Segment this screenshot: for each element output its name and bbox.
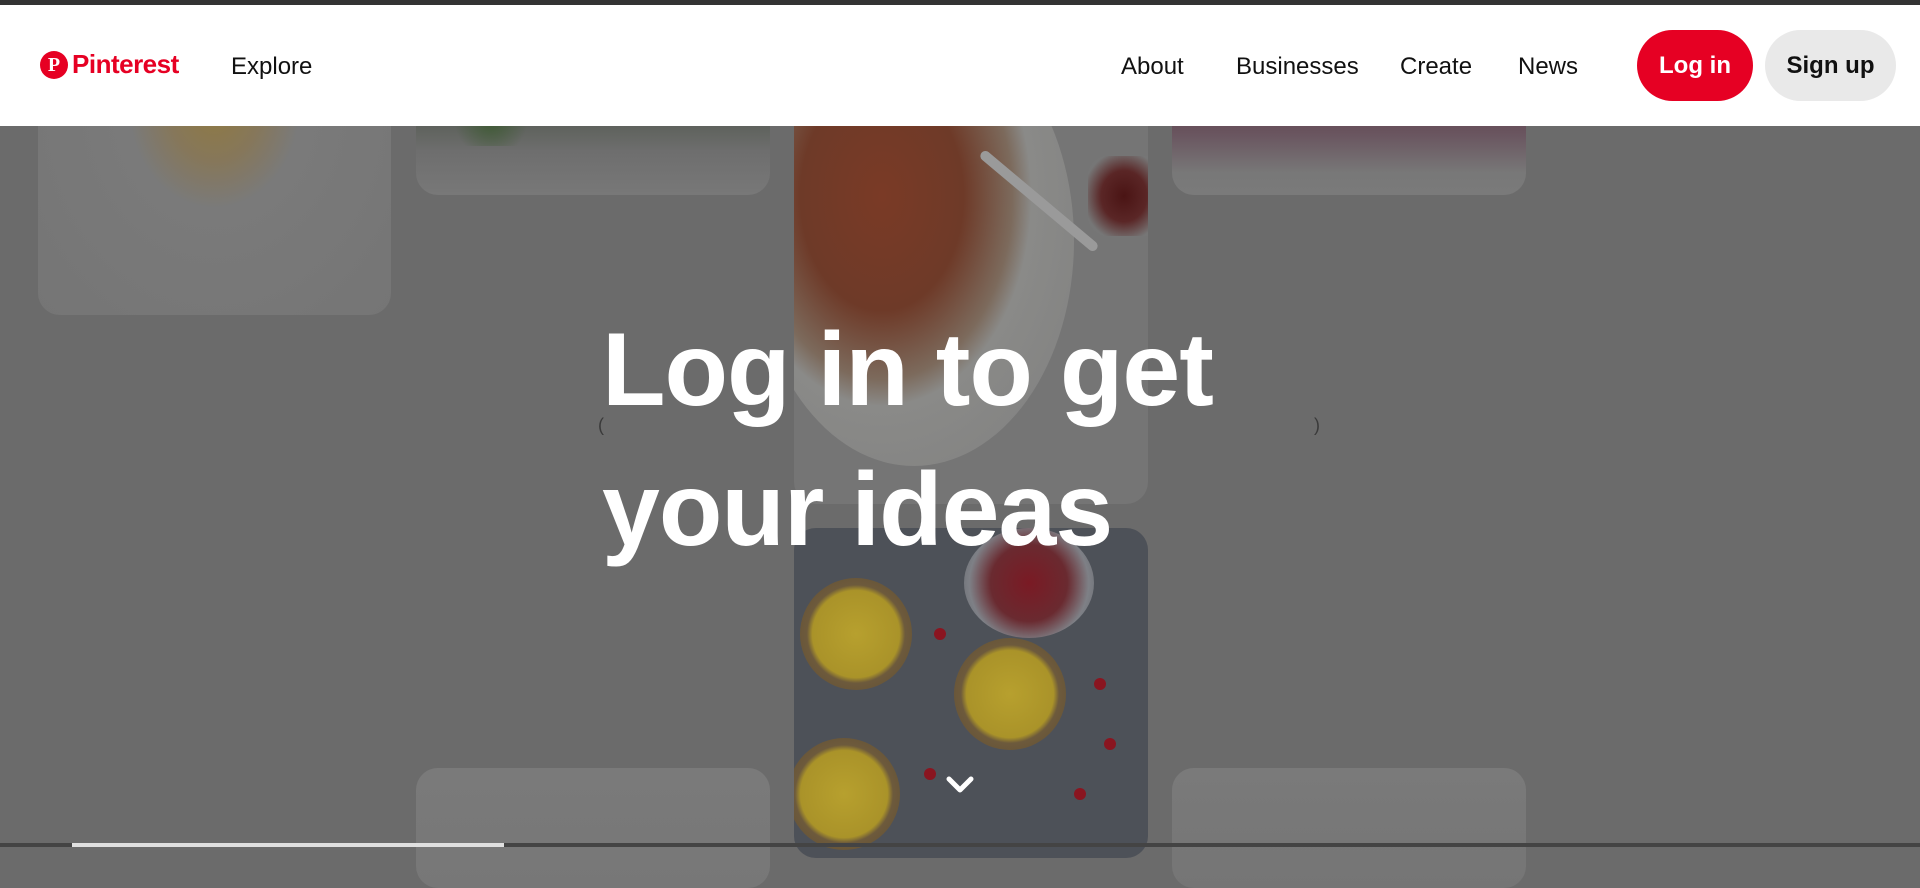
tart: [800, 578, 912, 690]
nav-explore[interactable]: Explore: [231, 53, 312, 81]
scroll-down-button[interactable]: [943, 768, 977, 802]
hero-title-line1: Log in to get: [602, 312, 1214, 428]
nav-news[interactable]: News: [1518, 53, 1578, 81]
pin-image-bottom-left[interactable]: [416, 768, 770, 888]
tart: [954, 638, 1066, 750]
pinterest-logo[interactable]: Pinterest: [40, 49, 179, 80]
chevron-down-icon: [946, 776, 974, 793]
pin-image-bottom-right[interactable]: [1172, 768, 1526, 888]
berry: [934, 628, 946, 640]
hero-title-line2: your ideas: [602, 452, 1113, 568]
scroll-progress-indicator: [72, 843, 504, 847]
brand-name: Pinterest: [72, 49, 179, 79]
signup-button[interactable]: Sign up: [1765, 30, 1896, 101]
nav-businesses[interactable]: Businesses: [1236, 53, 1359, 81]
berry: [1104, 738, 1116, 750]
tart: [794, 738, 900, 850]
wine-glass: [1088, 156, 1148, 236]
berry: [924, 768, 936, 780]
pinterest-logo-icon: [40, 50, 68, 79]
nav-about[interactable]: About: [1121, 53, 1184, 81]
login-button[interactable]: Log in: [1637, 30, 1753, 101]
berry: [1074, 788, 1086, 800]
paren-right: ): [1314, 415, 1320, 435]
berry: [1094, 678, 1106, 690]
hero-title: Log in to get your ideas: [602, 300, 1302, 580]
nav-create[interactable]: Create: [1400, 53, 1472, 81]
top-header: Pinterest Explore About Businesses Creat…: [0, 5, 1920, 126]
